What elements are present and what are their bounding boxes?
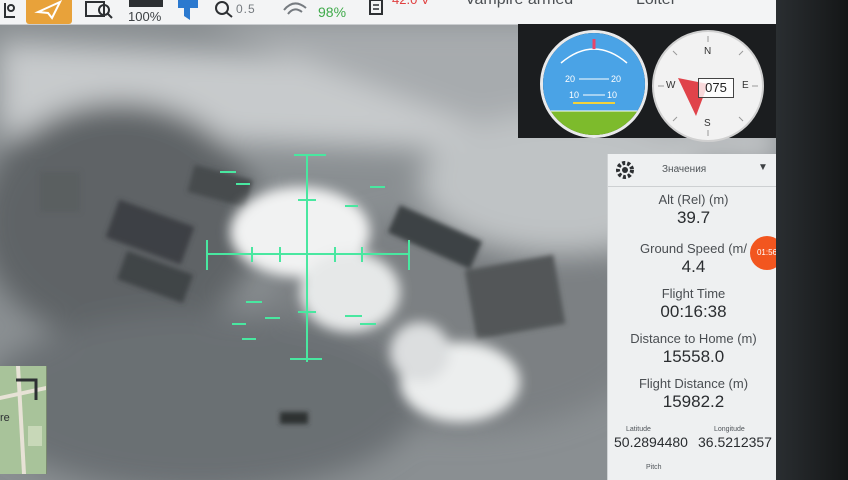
- metric-value: 39.7: [676, 208, 711, 227]
- compass: N E S W 075: [652, 30, 764, 142]
- panel-title[interactable]: Значения: [662, 164, 706, 175]
- pitch-mark: 20: [565, 74, 575, 84]
- values-panel: Значения ▼ Alt (Rel) (m) 39.7 Ground Spe…: [607, 154, 779, 480]
- latitude-label: Latitude: [626, 426, 651, 433]
- battery-percent: 100%: [128, 9, 162, 24]
- metric-value: 00:16:38: [660, 302, 727, 321]
- latitude-value: 50.2894480: [614, 434, 688, 450]
- alert-text: 42.0 V: [392, 0, 430, 16]
- compass-south: S: [704, 118, 711, 129]
- map-label: re: [0, 412, 10, 424]
- pitch-mark: 10: [607, 90, 617, 100]
- satellite-count: 0.5: [236, 2, 256, 16]
- metric-value: 15558.0: [662, 347, 725, 366]
- compass-west: W: [666, 80, 676, 91]
- pitch-mark: 20: [611, 74, 621, 84]
- signal-icon[interactable]: [282, 0, 308, 24]
- location-icon[interactable]: [2, 2, 20, 26]
- analyze-icon[interactable]: [84, 0, 114, 24]
- plan-icon[interactable]: [26, 0, 72, 24]
- metric-label: Flight Time: [661, 286, 726, 301]
- flight-instruments: 20 20 10 10 N E S W 075: [518, 24, 778, 142]
- panel-header: Значения ▼: [608, 154, 779, 187]
- compass-east: E: [742, 80, 749, 91]
- metric-label: Distance to Home (m): [630, 331, 757, 346]
- metric-flight-distance: Flight Distance (m) 15982.2: [608, 376, 779, 412]
- flight-mode[interactable]: Loiter: [636, 0, 676, 15]
- longitude-value: 36.5212357: [698, 434, 772, 450]
- gear-icon[interactable]: [613, 158, 637, 187]
- pitch-mark: 10: [569, 90, 579, 100]
- metric-flight-time: Flight Time 00:16:38: [608, 286, 779, 322]
- metric-label: Alt (Rel) (m): [658, 192, 729, 207]
- link-quality: 98%: [318, 4, 347, 20]
- attitude-indicator: 20 20 10 10: [540, 30, 648, 138]
- top-toolbar: 100% 0.5 98% 42.0 V Vampire armed Loiter: [0, 0, 778, 25]
- gps-icon[interactable]: [176, 0, 200, 24]
- ground-control-screen: 100% 0.5 98% 42.0 V Vampire armed Loiter: [0, 0, 848, 480]
- metric-value: 15982.2: [662, 392, 725, 411]
- chevron-down-icon[interactable]: ▼: [758, 162, 768, 173]
- metric-distance-home: Distance to Home (m) 15558.0: [608, 331, 779, 367]
- metric-altitude: Alt (Rel) (m) 39.7: [608, 192, 779, 228]
- compass-north: N: [704, 46, 712, 57]
- metric-label: Flight Distance (m): [638, 376, 749, 391]
- satellite-icon[interactable]: [214, 0, 234, 24]
- screen-bezel: [776, 0, 848, 480]
- longitude-label: Longitude: [714, 426, 745, 433]
- heading-readout: 075: [698, 78, 734, 98]
- arm-status[interactable]: Vampire armed: [465, 0, 573, 15]
- log-icon[interactable]: [368, 0, 384, 24]
- pitch-label: Pitch: [646, 464, 662, 471]
- mini-map[interactable]: re: [0, 366, 47, 474]
